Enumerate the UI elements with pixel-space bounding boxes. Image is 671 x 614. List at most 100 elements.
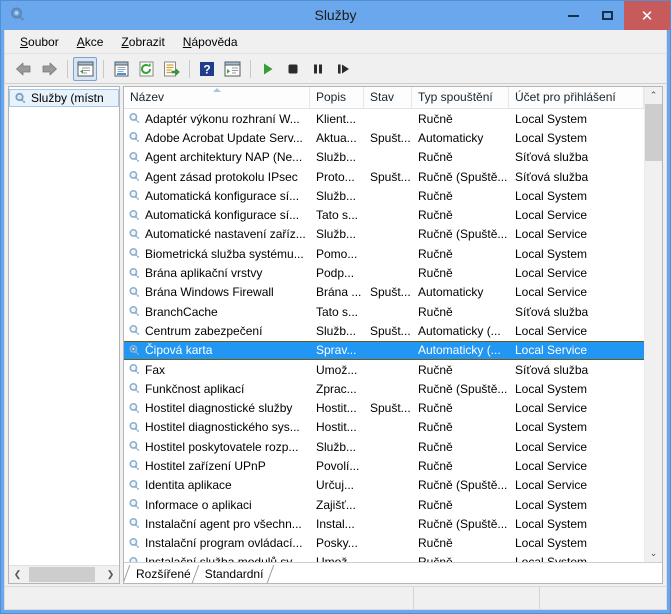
table-row[interactable]: Agent zásad protokolu IPsec Proto... Spušt… <box>124 167 644 186</box>
menu-soubor[interactable]: Soubor <box>11 32 68 52</box>
column-header-typ-spousteni[interactable]: Typ spouštění <box>412 87 509 108</box>
table-row[interactable]: Automatická konfigurace sí... Služb... Ruč… <box>124 186 644 205</box>
maximize-button[interactable] <box>590 1 624 30</box>
cell-name: Hostitel diagnostické služby <box>124 401 310 415</box>
help-button[interactable]: ? <box>195 57 219 81</box>
menu-akce[interactable]: Akce <box>68 32 113 52</box>
window-controls: ✕ <box>556 1 670 30</box>
table-row[interactable]: Brána Windows Firewall Brána ... Spušt... A… <box>124 283 644 302</box>
table-row[interactable]: Biometrická služba systému... Pomo... Ručn… <box>124 244 644 263</box>
pause-service-button[interactable] <box>306 57 330 81</box>
cell-ucet: Local Service <box>515 439 588 454</box>
service-gear-icon <box>128 479 141 492</box>
table-row[interactable]: Fax Umož... Ručně Síťová služba <box>124 360 644 379</box>
service-name: Automatická konfigurace sí... <box>145 208 300 223</box>
table-row[interactable]: Čipová karta Sprav... Automaticky (... Loca… <box>124 340 644 360</box>
cell-stav: Spušt... <box>370 169 411 184</box>
cell-popis: Tato s... <box>316 208 359 223</box>
menu-zobrazit[interactable]: Zobrazit <box>112 32 173 52</box>
show-hide-tree-button[interactable] <box>73 56 97 81</box>
list-scroll-down-button[interactable]: ⌄ <box>645 545 662 562</box>
table-row[interactable]: Brána aplikační vrstvy Podp... Ručně Local … <box>124 263 644 282</box>
export-list-button[interactable] <box>159 57 183 81</box>
minimize-button[interactable] <box>556 1 590 30</box>
service-name: Čipová karta <box>145 343 213 358</box>
service-name: Hostitel diagnostické služby <box>145 401 293 416</box>
service-gear-icon <box>128 324 141 337</box>
cell-popis: Klient... <box>316 111 357 126</box>
table-row[interactable]: Adobe Acrobat Update Serv... Aktua... Spuš… <box>124 128 644 147</box>
table-row[interactable]: Automatické nastavení zaříz... Služb... Ru… <box>124 225 644 244</box>
table-row[interactable]: Informace o aplikaci Zajišť... Ručně Local … <box>124 495 644 514</box>
table-row[interactable]: Instalační agent pro všechn... Instal... R… <box>124 514 644 533</box>
table-row[interactable]: Hostitel diagnostické služby Hostit... Spu… <box>124 398 644 417</box>
show-console-tree-button[interactable] <box>220 57 244 81</box>
service-name: Biometrická služba systému... <box>145 246 304 261</box>
table-row[interactable]: Automatická konfigurace sí... Tato s... Ru… <box>124 205 644 224</box>
table-row[interactable]: Hostitel diagnostického sys... Hostit... R… <box>124 418 644 437</box>
service-name: Informace o aplikaci <box>145 497 252 512</box>
start-service-button[interactable] <box>256 57 280 81</box>
table-row[interactable]: Agent architektury NAP (Ne... Služb... Ruč… <box>124 148 644 167</box>
tree-scroll-left-button[interactable]: ❮ <box>9 566 26 583</box>
maximize-icon <box>601 11 613 20</box>
column-header-nazev[interactable]: Název <box>124 87 310 108</box>
cell-ucet: Local System <box>515 536 588 551</box>
table-row[interactable]: Centrum zabezpečení Služb... Spušt... Autom… <box>124 321 644 340</box>
list-scroll-track[interactable] <box>645 104 662 545</box>
column-header-ucet[interactable]: Účet pro přihlášení <box>509 87 644 108</box>
close-button[interactable]: ✕ <box>624 1 670 30</box>
restart-service-button[interactable] <box>331 57 355 81</box>
tree-scroll-right-button[interactable]: ❯ <box>102 566 119 583</box>
close-icon: ✕ <box>640 7 654 25</box>
show-hide-tree-icon <box>77 61 93 76</box>
table-row[interactable]: Adaptér výkonu rozhraní W... Klient... Ruč… <box>124 109 644 128</box>
list-scroll-thumb[interactable] <box>645 104 662 161</box>
menu-soubor-accel: S <box>20 34 29 49</box>
table-row[interactable]: BranchCache Tato s... Ručně Síťová služba <box>124 302 644 321</box>
menu-napoveda[interactable]: Nápověda <box>174 32 247 52</box>
tree-scroll-track[interactable] <box>26 566 102 583</box>
column-header-stav[interactable]: Stav <box>364 87 412 108</box>
service-gear-icon <box>128 267 141 280</box>
table-row[interactable]: Instalační program ovládací... Posky... Ru… <box>124 534 644 553</box>
tree-horizontal-scrollbar[interactable]: ❮ ❯ <box>9 565 119 583</box>
cell-ucet: Local Service <box>515 266 588 281</box>
forward-button[interactable] <box>37 57 61 81</box>
table-row[interactable]: Identita aplikace Určuj... Ručně (Spuště..… <box>124 476 644 495</box>
sort-ascending-icon <box>212 88 221 92</box>
table-row[interactable]: Instalační služba modulů sy...Umož...Ruč… <box>124 553 644 562</box>
table-row[interactable]: Hostitel poskytovatele rozp... Služb... Ru… <box>124 437 644 456</box>
toolbar-separator-4 <box>250 59 251 78</box>
cell-name: Hostitel poskytovatele rozp... <box>124 440 310 454</box>
stop-service-button[interactable] <box>281 57 305 81</box>
services-rows[interactable]: Adaptér výkonu rozhraní W... Klient... Ruč… <box>124 109 644 562</box>
cell-popis: Služb... <box>316 150 357 165</box>
tab-rozsirene[interactable]: Rozšířené <box>126 565 195 583</box>
cell-name: Hostitel zařízení UPnP <box>124 459 310 473</box>
refresh-button[interactable] <box>134 57 158 81</box>
cell-stav: Spušt... <box>370 323 411 338</box>
cell-name: Agent architektury NAP (Ne... <box>124 150 310 164</box>
table-row[interactable]: Funkčnost aplikací Zprac... Ručně (Spuště.… <box>124 379 644 398</box>
cell-name: Funkčnost aplikací <box>124 382 310 396</box>
console-tree[interactable]: Služby (místn <box>9 87 119 565</box>
table-row[interactable]: Hostitel zařízení UPnP Povolí... Ručně Loca… <box>124 456 644 475</box>
tab-rozsirene-label: Rozšířené <box>136 567 191 581</box>
tree-scroll-thumb[interactable] <box>29 567 95 582</box>
tree-node-services-local[interactable]: Služby (místn <box>9 89 119 107</box>
cell-typ: Ručně <box>418 208 453 223</box>
cell-popis: Pomo... <box>316 246 358 261</box>
cell-ucet: Local Service <box>515 323 588 338</box>
cell-ucet: Local Service <box>515 458 588 473</box>
properties-button[interactable] <box>109 57 133 81</box>
column-header-popis[interactable]: Popis <box>310 87 364 108</box>
cell-name: Automatické nastavení zaříz... <box>124 227 310 241</box>
back-button[interactable] <box>12 57 36 81</box>
tab-standardni[interactable]: Standardní <box>194 565 268 583</box>
cell-typ: Automaticky (... <box>418 323 501 338</box>
properties-icon <box>114 61 128 76</box>
list-vertical-scrollbar[interactable]: ⌃ ⌄ <box>644 87 662 562</box>
list-scroll-up-button[interactable]: ⌃ <box>645 87 662 104</box>
cell-typ: Ručně <box>418 304 453 319</box>
